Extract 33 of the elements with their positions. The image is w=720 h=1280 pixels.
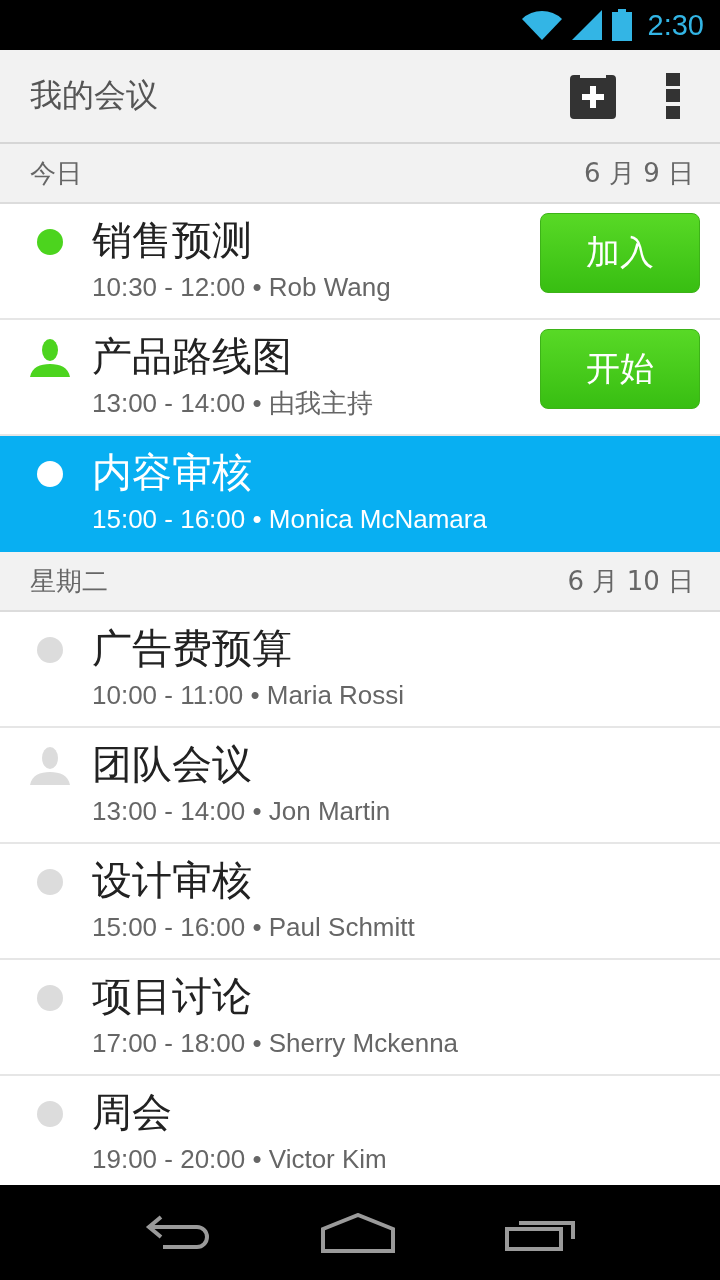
back-icon [145,1214,211,1251]
meeting-title: 广告费预算 [92,624,293,673]
meeting-title: 产品路线图 [92,332,293,381]
meeting-details: 13:00 - 14:00 • 由我主持 [92,387,374,419]
meeting-details: 13:00 - 14:00 • Jon Martin [92,795,392,827]
meeting-details: 19:00 - 20:00 • Victor Kim [92,1143,388,1175]
meeting-details: 15:00 - 16:00 • Monica McNamara [92,503,488,535]
meeting-title: 设计审核 [92,856,253,905]
meeting-title: 内容审核 [92,448,253,497]
section-label: 今日 [30,156,82,190]
home-icon [321,1212,395,1253]
clock-time: 2:30 [647,8,704,42]
menu-button[interactable] [666,73,680,119]
battery-icon [611,9,632,41]
section-date: 6 月 10 日 [567,564,694,598]
back-button[interactable] [145,1214,211,1251]
signal-icon [571,10,602,40]
meeting-title: 团队会议 [92,740,253,789]
home-button[interactable] [321,1212,395,1253]
section-label: 星期二 [30,564,108,598]
meeting-details: 15:00 - 16:00 • Paul Schmitt [92,911,416,943]
meeting-title: 周会 [92,1088,173,1137]
meeting-title: 销售预测 [92,216,253,265]
meeting-title: 项目讨论 [92,972,253,1021]
section-date: 6 月 9 日 [584,156,694,190]
meeting-details: 10:30 - 12:00 • Rob Wang [92,271,392,303]
meeting-details: 10:00 - 11:00 • Maria Rossi [92,679,406,711]
meeting-details: 17:00 - 18:00 • Sherry Mckenna [92,1027,460,1059]
wifi-icon [521,10,562,40]
add-event-button[interactable] [570,73,616,119]
screen-title: 我的会议 [30,75,159,116]
calendar-add-icon [570,73,616,119]
menu-icon [666,73,680,119]
